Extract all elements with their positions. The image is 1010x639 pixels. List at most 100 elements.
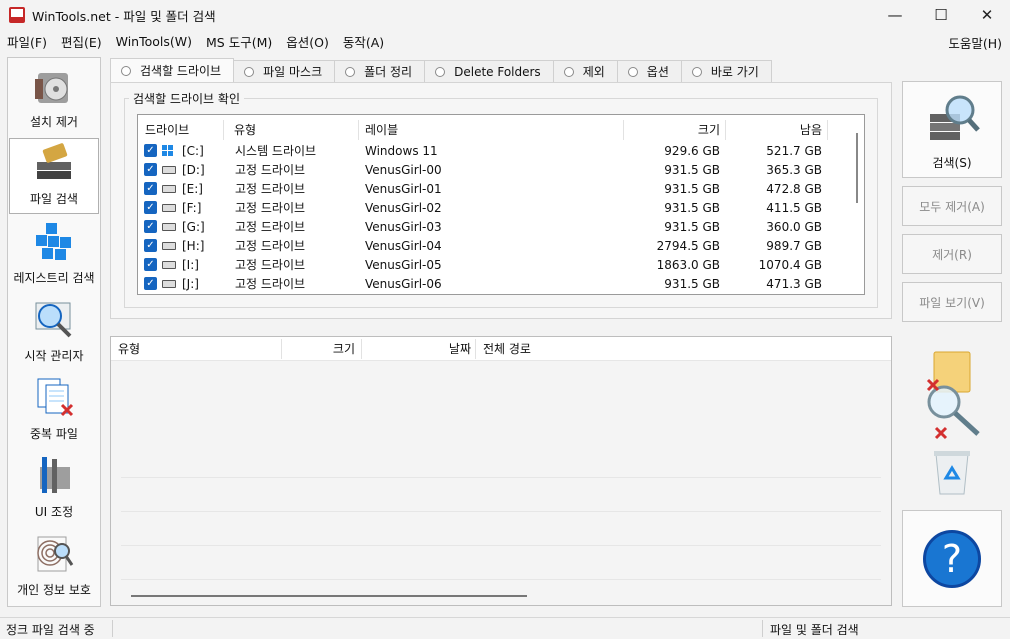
results-area xyxy=(111,361,891,605)
results-list[interactable]: 유형 크기 날짜 전체 경로 xyxy=(110,336,892,606)
drive-checkbox[interactable]: ✓ xyxy=(144,182,157,195)
tab-delete-folders[interactable]: Delete Folders xyxy=(424,60,554,82)
drive-letter: [H:] xyxy=(182,238,205,253)
wintools-app-icon xyxy=(9,7,25,23)
menu-options[interactable]: 옵션(O) xyxy=(279,32,336,51)
drive-label: VenusGirl-00 xyxy=(365,162,442,177)
search-drives-icon xyxy=(922,90,982,150)
sidebar-item-privacy[interactable]: 개인 정보 보호 xyxy=(9,528,99,604)
drive-size: 929.6 GB xyxy=(664,143,720,158)
drive-row[interactable]: ✓ [E:] 고정 드라이브 VenusGirl-01 931.5 GB 472.… xyxy=(138,179,850,198)
hard-drive-icon xyxy=(162,184,176,193)
sidebar-item-label: 중복 파일 xyxy=(30,427,78,441)
remove-all-button[interactable]: 모두 제거(A) xyxy=(902,186,1002,226)
drive-checkbox[interactable]: ✓ xyxy=(144,239,157,252)
menu-bar: 파일(F) 편집(E) WinTools(W) MS 도구(M) 옵션(O) 동… xyxy=(0,30,1010,52)
tab-options[interactable]: 옵션 xyxy=(616,60,682,82)
drive-size: 2794.5 GB xyxy=(656,238,720,253)
tab-exclude[interactable]: 제외 xyxy=(552,60,618,82)
close-button[interactable]: ✕ xyxy=(964,0,1010,30)
sidebar-item-ui-tweak[interactable]: UI 조정 xyxy=(9,450,99,526)
drive-cell: ✓ [J:] xyxy=(144,274,199,293)
tab-radio-icon xyxy=(563,66,574,77)
tab-radio-icon xyxy=(627,66,638,77)
drive-letter: [G:] xyxy=(182,219,205,234)
maximize-button[interactable]: ☐ xyxy=(918,0,964,30)
tools-sidebar: 설치 제거 파일 검색 레지스트리 검색 시작 관리자 중복 파일 UI 조정 xyxy=(7,57,101,607)
tab-shortcuts[interactable]: 바로 가기 xyxy=(680,60,772,82)
help-button[interactable]: ? xyxy=(902,510,1002,607)
drive-row[interactable]: ✓ [H:] 고정 드라이브 VenusGirl-04 2794.5 GB 989… xyxy=(138,236,850,255)
column-header-size[interactable]: 크기 xyxy=(626,118,720,140)
drive-checkbox[interactable]: ✓ xyxy=(144,163,157,176)
column-header-drive[interactable]: 드라이브 xyxy=(145,118,189,140)
sidebar-item-file-search[interactable]: 파일 검색 xyxy=(9,138,99,214)
drive-list-scrollbar[interactable] xyxy=(850,115,864,294)
sidebar-item-duplicate-files[interactable]: 중복 파일 xyxy=(9,372,99,448)
search-file-folder-icon xyxy=(920,346,984,442)
drive-checkbox[interactable]: ✓ xyxy=(144,144,157,157)
registry-search-icon xyxy=(32,219,76,263)
sidebar-item-registry-search[interactable]: 레지스트리 검색 xyxy=(9,216,99,292)
menu-wintools[interactable]: WinTools(W) xyxy=(109,34,199,49)
sidebar-item-label: 레지스트리 검색 xyxy=(13,271,95,285)
drives-group-title: 검색할 드라이브 확인 xyxy=(129,90,244,107)
drive-label: VenusGirl-03 xyxy=(365,219,442,234)
tab-folder-cleanup[interactable]: 폴더 정리 xyxy=(334,60,426,82)
column-header-date[interactable]: 날짜 xyxy=(363,337,471,360)
menu-edit[interactable]: 편집(E) xyxy=(54,32,109,51)
drive-cell: ✓ [D:] xyxy=(144,160,205,179)
menu-ms-tools[interactable]: MS 도구(M) xyxy=(199,32,279,51)
drive-checkbox[interactable]: ✓ xyxy=(144,220,157,233)
tab-drives[interactable]: 검색할 드라이브 xyxy=(110,58,235,82)
sidebar-item-label: 시작 관리자 xyxy=(24,349,84,363)
drive-size: 1863.0 GB xyxy=(656,257,720,272)
window-controls: — ☐ ✕ xyxy=(872,0,1010,30)
drive-type: 고정 드라이브 xyxy=(235,182,306,196)
drive-free: 471.3 GB xyxy=(766,276,822,291)
drive-cell: ✓ [E:] xyxy=(144,179,203,198)
column-header-type[interactable]: 유형 xyxy=(234,118,256,140)
tab-radio-icon xyxy=(244,66,255,77)
drive-row[interactable]: ✓ [D:] 고정 드라이브 VenusGirl-00 931.5 GB 365.… xyxy=(138,160,850,179)
drive-checkbox[interactable]: ✓ xyxy=(144,258,157,271)
sidebar-item-uninstall[interactable]: 설치 제거 xyxy=(9,60,99,136)
column-header-full-path[interactable]: 전체 경로 xyxy=(483,337,531,360)
results-horizontal-scrollbar[interactable] xyxy=(131,595,527,597)
tab-label: 검색할 드라이브 xyxy=(140,64,222,78)
privacy-icon xyxy=(32,531,76,575)
menu-file[interactable]: 파일(F) xyxy=(0,32,54,51)
drive-row[interactable]: ✓ [F:] 고정 드라이브 VenusGirl-02 931.5 GB 411.… xyxy=(138,198,850,217)
drive-letter: [E:] xyxy=(182,181,203,196)
column-header-free[interactable]: 남음 xyxy=(728,118,822,140)
view-file-button[interactable]: 파일 보기(V) xyxy=(902,282,1002,322)
menu-actions[interactable]: 동작(A) xyxy=(336,32,391,51)
menu-help[interactable]: 도움말(H) xyxy=(948,33,1002,52)
drive-row[interactable]: ✓ [I:] 고정 드라이브 VenusGirl-05 1863.0 GB 107… xyxy=(138,255,850,274)
minimize-button[interactable]: — xyxy=(872,0,918,30)
drive-row[interactable]: ✓ [J:] 고정 드라이브 VenusGirl-06 931.5 GB 471.… xyxy=(138,274,850,293)
drive-checkbox[interactable]: ✓ xyxy=(144,277,157,290)
column-header-type[interactable]: 유형 xyxy=(118,337,140,360)
search-button[interactable]: 검색(S) xyxy=(902,81,1002,178)
tab-file-mask[interactable]: 파일 마스크 xyxy=(233,60,336,82)
drive-row[interactable]: ✓ [G:] 고정 드라이브 VenusGirl-03 931.5 GB 360.… xyxy=(138,217,850,236)
search-tabs: 검색할 드라이브 파일 마스크 폴더 정리 Delete Folders 제외 … xyxy=(110,58,772,82)
drive-cell: ✓ [C:] xyxy=(144,141,204,160)
drive-label: VenusGirl-01 xyxy=(365,181,442,196)
column-header-size[interactable]: 크기 xyxy=(283,337,355,360)
sidebar-item-startup-manager[interactable]: 시작 관리자 xyxy=(9,294,99,370)
drive-cell: ✓ [F:] xyxy=(144,198,201,217)
drive-free: 1070.4 GB xyxy=(758,257,822,272)
drive-list[interactable]: 드라이브 유형 레이블 크기 남음 ✓ [C:] 시스템 드라이브 Windows… xyxy=(137,114,865,295)
column-header-label[interactable]: 레이블 xyxy=(365,118,398,140)
drive-checkbox[interactable]: ✓ xyxy=(144,201,157,214)
drive-row[interactable]: ✓ [C:] 시스템 드라이브 Windows 11 929.6 GB 521.7… xyxy=(138,141,850,160)
status-message: 정크 파일 검색 중 xyxy=(6,623,95,637)
scrollbar-thumb[interactable] xyxy=(856,133,858,203)
drive-label: VenusGirl-05 xyxy=(365,257,442,272)
tab-radio-icon xyxy=(435,66,446,77)
drive-type: 고정 드라이브 xyxy=(235,258,306,272)
tab-radio-icon xyxy=(345,66,356,77)
remove-button[interactable]: 제거(R) xyxy=(902,234,1002,274)
